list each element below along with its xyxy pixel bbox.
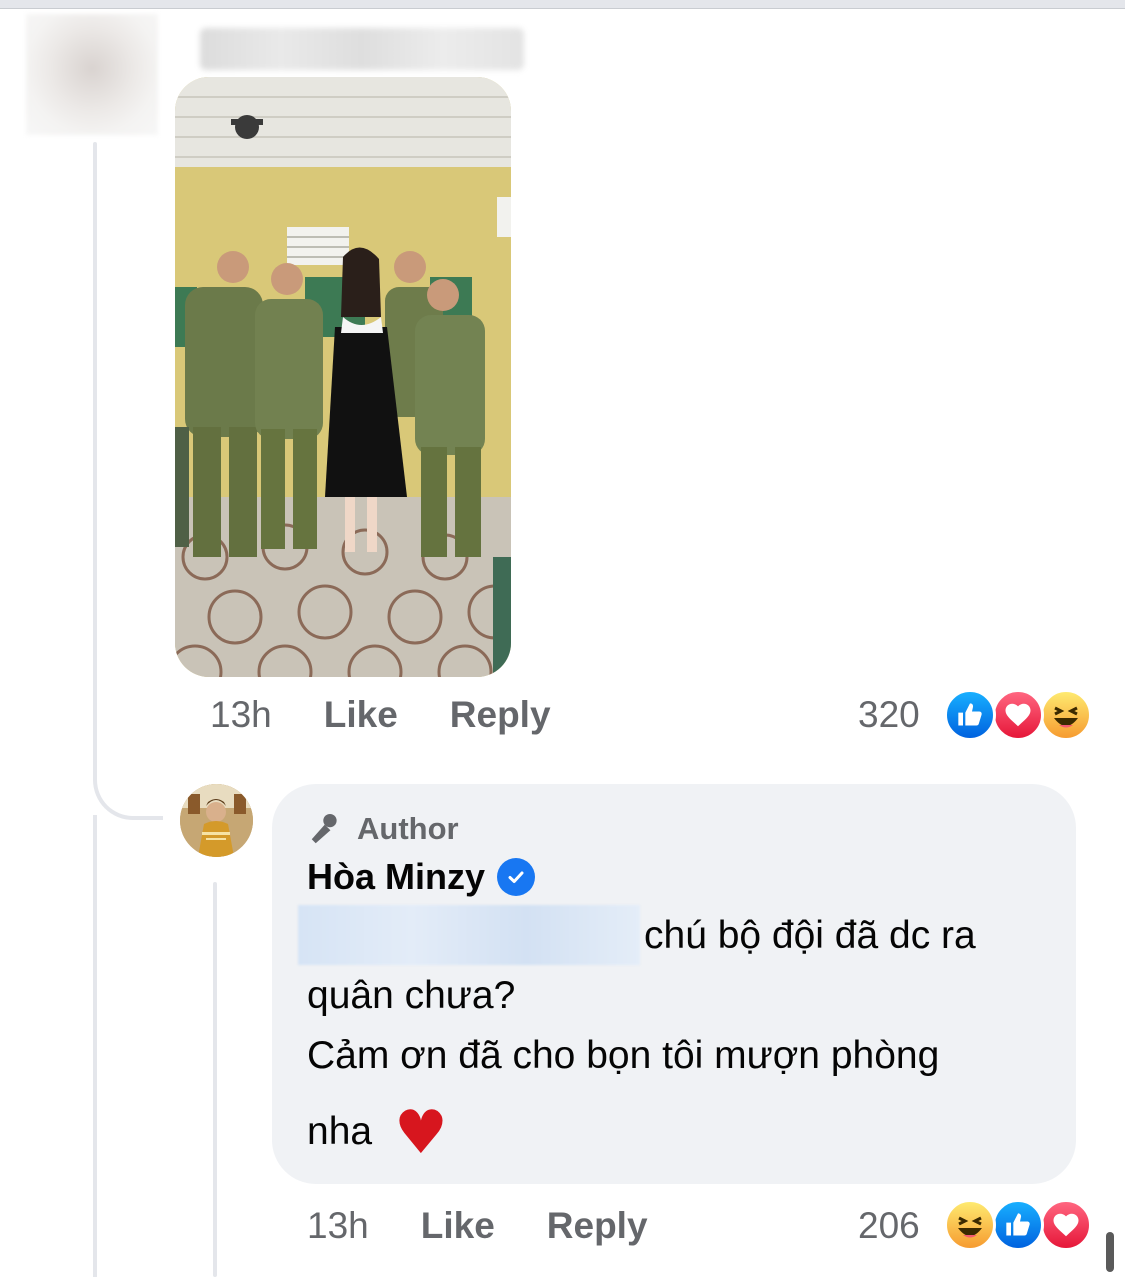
- author-badge: Author: [307, 810, 459, 848]
- comment-photo[interactable]: [175, 77, 511, 677]
- verified-badge-icon: [497, 858, 536, 896]
- reply-text-line-3: Cảm ơn đã cho bọn tôi mượn phòng: [307, 1034, 940, 1077]
- reply-text-line-4: nha: [307, 1110, 373, 1153]
- love-icon[interactable]: [1040, 1199, 1092, 1251]
- author-avatar[interactable]: [180, 784, 253, 857]
- author-name[interactable]: Hòa Minzy: [307, 856, 536, 898]
- reply-text-line-1: chú bộ đội đã dc ra: [644, 914, 976, 957]
- reply-text-line-2: quân chưa?: [307, 974, 516, 1017]
- author-badge-label: Author: [357, 811, 459, 846]
- thread-line-curve: [93, 740, 163, 820]
- reply-time[interactable]: 13h: [307, 1205, 369, 1247]
- comment-like-button[interactable]: Like: [324, 694, 398, 736]
- comment-time[interactable]: 13h: [210, 694, 272, 736]
- author-name-text[interactable]: Hòa Minzy: [307, 856, 485, 898]
- comment-reply-button[interactable]: Reply: [450, 694, 551, 736]
- comment-actions: 13h Like Reply: [210, 694, 551, 736]
- heart-emoji-icon: ♥: [394, 1098, 448, 1168]
- commenter-name-blurred[interactable]: [200, 28, 524, 70]
- haha-icon[interactable]: [1040, 689, 1092, 741]
- love-icon[interactable]: [992, 689, 1044, 741]
- haha-icon[interactable]: [944, 1199, 996, 1251]
- microphone-icon: [311, 813, 337, 844]
- like-icon[interactable]: [944, 689, 996, 741]
- like-icon[interactable]: [992, 1199, 1044, 1251]
- thread-line: [93, 142, 97, 782]
- reply-reaction-count[interactable]: 206: [858, 1205, 920, 1247]
- thread-line-lower: [93, 815, 97, 1277]
- reply-reply-button[interactable]: Reply: [547, 1205, 648, 1247]
- reply-thread-line: [213, 882, 217, 1277]
- mentioned-user-blurred[interactable]: [298, 905, 640, 965]
- scrollbar[interactable]: [1106, 1232, 1114, 1272]
- comment-reaction-count[interactable]: 320: [858, 694, 920, 736]
- top-divider: [0, 0, 1125, 9]
- reply-like-button[interactable]: Like: [421, 1205, 495, 1247]
- commenter-avatar-blurred[interactable]: [26, 14, 158, 135]
- reply-actions: 13h Like Reply: [307, 1205, 648, 1247]
